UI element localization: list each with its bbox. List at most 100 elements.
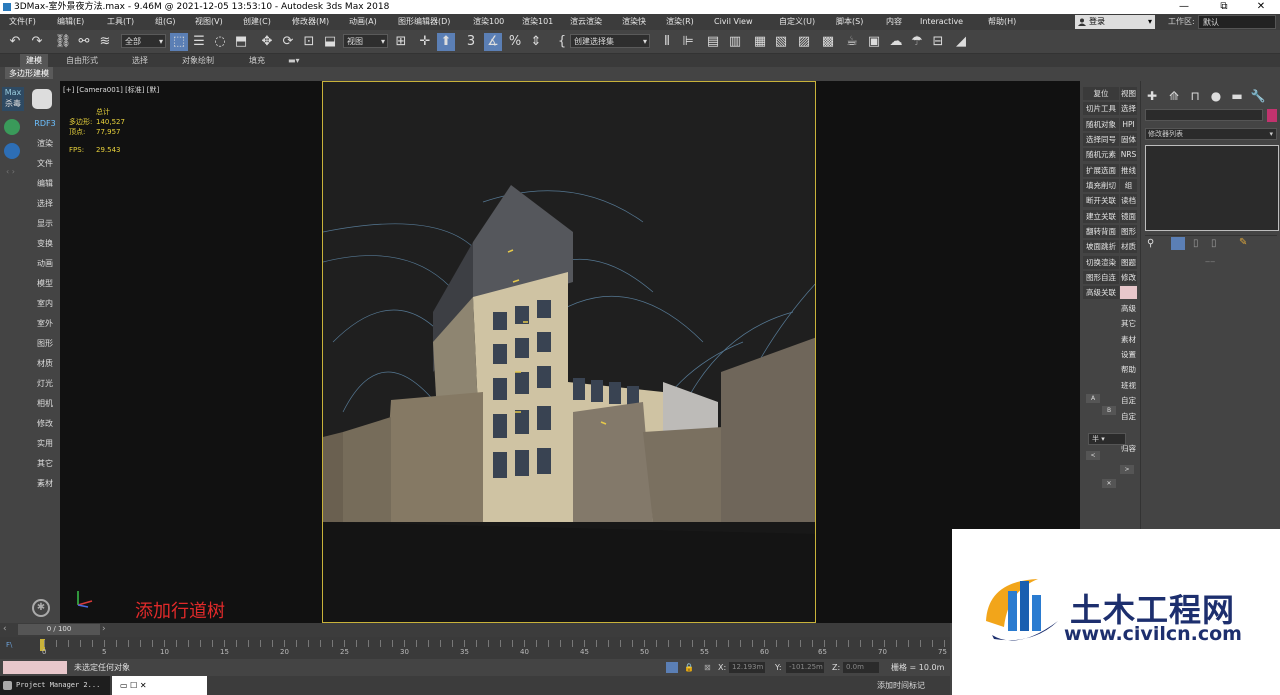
- shield-icon[interactable]: [32, 89, 52, 109]
- curve-editor-icon[interactable]: ▧: [772, 33, 790, 51]
- leftbar-item-material[interactable]: 材质: [34, 358, 56, 369]
- leftbar-item-assets[interactable]: 素材: [34, 478, 56, 489]
- leftbar-item-utility[interactable]: 实用: [34, 438, 56, 449]
- plugin-color-swatch[interactable]: [1120, 286, 1137, 299]
- spinner-snap-icon[interactable]: ⇕: [527, 33, 545, 51]
- modifier-stack[interactable]: [1145, 145, 1279, 231]
- plugin-btn-map[interactable]: 图题: [1120, 256, 1137, 269]
- plugin-btn-group[interactable]: 组: [1120, 179, 1137, 192]
- close-button[interactable]: ✕: [1241, 0, 1280, 14]
- plugin-btn-hpi[interactable]: HPI: [1120, 118, 1137, 131]
- collapse-arrows-icon[interactable]: ‹ ›: [6, 167, 15, 176]
- plugin-btn-nrs[interactable]: NRS: [1120, 148, 1137, 161]
- z-coord-field[interactable]: 0.0m: [843, 662, 879, 673]
- scale-icon[interactable]: ⊡: [300, 33, 318, 51]
- rdf-label[interactable]: RDF3: [34, 119, 56, 128]
- percent-badge-icon[interactable]: [4, 119, 20, 135]
- time-slider[interactable]: 0 / 100: [18, 624, 100, 635]
- plugin-btn-slope-fold[interactable]: 坡面跳折: [1083, 240, 1119, 253]
- leftbar-item-shape[interactable]: 图形: [34, 338, 56, 349]
- y-coord-field[interactable]: -101.25m: [786, 662, 824, 673]
- leftbar-item-transform[interactable]: 变换: [34, 238, 56, 249]
- tab-object-paint[interactable]: 对象绘制: [176, 54, 220, 67]
- leftbar-item-camera[interactable]: 相机: [34, 398, 56, 409]
- snaps-3d-icon[interactable]: 3: [462, 33, 480, 51]
- menu-help[interactable]: 帮助(H): [988, 14, 1016, 30]
- plugin-btn-load[interactable]: 读档: [1120, 194, 1137, 207]
- rendered-frame-icon[interactable]: ▣: [865, 33, 883, 51]
- maxscript-listener[interactable]: [3, 661, 67, 674]
- rect-selection-icon[interactable]: ◌: [211, 33, 229, 51]
- leftbar-item-exterior[interactable]: 室外: [34, 318, 56, 329]
- plugin-link-custom1[interactable]: 自定: [1120, 394, 1137, 407]
- motion-tab-icon[interactable]: ●: [1207, 87, 1225, 105]
- display-tab-icon[interactable]: ▬: [1228, 87, 1246, 105]
- render-iterative-icon[interactable]: ☂: [908, 33, 926, 51]
- tab-selection[interactable]: 选择: [126, 54, 154, 67]
- menu-content[interactable]: 内容: [886, 14, 902, 30]
- add-time-tag[interactable]: 添加时间标记: [877, 676, 925, 695]
- pin-stack-icon[interactable]: ⚲: [1147, 238, 1154, 249]
- render-production-icon[interactable]: ☁: [887, 33, 905, 51]
- render-setup-icon[interactable]: ☕: [843, 33, 861, 51]
- max-antivirus-button[interactable]: Max 杀毒: [2, 87, 24, 111]
- redo-icon[interactable]: ↷: [28, 33, 46, 51]
- percent-snap-icon[interactable]: %: [506, 33, 524, 51]
- menu-render100[interactable]: 渲染100: [473, 14, 504, 30]
- ref-coord-dropdown[interactable]: 视图: [343, 34, 388, 48]
- menu-scripting[interactable]: 脚本(S): [836, 14, 863, 30]
- select-by-name-icon[interactable]: ☰: [190, 33, 208, 51]
- layer-explorer-icon[interactable]: ▥: [726, 33, 744, 51]
- angle-snap-icon[interactable]: ∡: [484, 33, 502, 51]
- track-bar[interactable]: F\ 0 5 10 15 20 25 30 35 40 45 50 55 60 …: [0, 637, 950, 659]
- show-end-result-icon[interactable]: [1171, 237, 1185, 250]
- plugin-btn-material[interactable]: 材质: [1120, 240, 1137, 253]
- menu-civil-view[interactable]: Civil View: [714, 14, 753, 30]
- plugin-btn-random-element[interactable]: 随机元素: [1083, 148, 1119, 161]
- menu-animation[interactable]: 动画(A): [349, 14, 377, 30]
- plugin-btn-reset[interactable]: 复位: [1083, 87, 1119, 100]
- named-selection-set-dropdown[interactable]: 创建选择集: [570, 34, 650, 48]
- plugin-link-class[interactable]: 班视: [1120, 379, 1137, 392]
- plugin-btn-break-link[interactable]: 断开关联: [1083, 194, 1119, 207]
- menu-file[interactable]: 文件(F): [9, 14, 36, 30]
- leftbar-item-display[interactable]: 显示: [34, 218, 56, 229]
- abs-rel-icon[interactable]: ⊠: [704, 659, 711, 676]
- move-icon[interactable]: ✥: [258, 33, 276, 51]
- plugin-btn-select-same[interactable]: 选择同号: [1083, 133, 1119, 146]
- menu-views[interactable]: 视图(V): [195, 14, 223, 30]
- tab-polygon-modeling[interactable]: 多边形建模: [5, 67, 53, 79]
- mirror-icon[interactable]: ⫴: [658, 33, 676, 51]
- plugin-mini-b[interactable]: B: [1102, 406, 1116, 415]
- tab-freeform[interactable]: 自由形式: [60, 54, 104, 67]
- menu-group[interactable]: 组(G): [155, 14, 175, 30]
- menu-rendering[interactable]: 渲染(R): [666, 14, 694, 30]
- shield-star-icon[interactable]: [4, 143, 20, 159]
- tab-modeling[interactable]: 建模: [20, 54, 48, 67]
- plugin-btn-fill-cut[interactable]: 填充削切: [1083, 179, 1119, 192]
- edit-named-sets-icon[interactable]: {: [553, 33, 571, 51]
- leftbar-item-model[interactable]: 模型: [34, 278, 56, 289]
- leftbar-item-other[interactable]: 其它: [34, 458, 56, 469]
- plugin-mini-dropdown[interactable]: 半 ▾: [1088, 433, 1126, 445]
- login-dropdown[interactable]: 登录 ▾: [1075, 15, 1155, 29]
- plugin-btn-push-line[interactable]: 推线: [1120, 164, 1137, 177]
- menu-edit[interactable]: 编辑(E): [57, 14, 84, 30]
- plugin-link-help[interactable]: 帮助: [1120, 363, 1137, 376]
- menu-interactive[interactable]: Interactive: [920, 14, 963, 30]
- leftbar-item-modify[interactable]: 修改: [34, 418, 56, 429]
- plugin-mini-close[interactable]: ✕: [1102, 479, 1116, 488]
- plugin-link-settings[interactable]: 设置: [1120, 348, 1137, 361]
- object-color-swatch[interactable]: [1267, 109, 1277, 122]
- hierarchy-tab-icon[interactable]: ⊓: [1186, 87, 1204, 105]
- plugin-btn-view[interactable]: 视图: [1120, 87, 1137, 100]
- plugin-btn-select[interactable]: 选择: [1120, 102, 1137, 115]
- plugin-btn-slice[interactable]: 切片工具: [1083, 102, 1119, 115]
- modify-tab-icon[interactable]: ⟰: [1165, 87, 1183, 105]
- keyboard-shortcut-icon[interactable]: ⬆: [437, 33, 455, 51]
- plugin-btn-solid[interactable]: 固体: [1120, 133, 1137, 146]
- plugin-btn-shape[interactable]: 图形: [1120, 225, 1137, 238]
- tab-populate[interactable]: 填充: [243, 54, 271, 67]
- scene-explorer-icon[interactable]: ▤: [704, 33, 722, 51]
- plugin-link-advanced[interactable]: 高级: [1120, 302, 1137, 315]
